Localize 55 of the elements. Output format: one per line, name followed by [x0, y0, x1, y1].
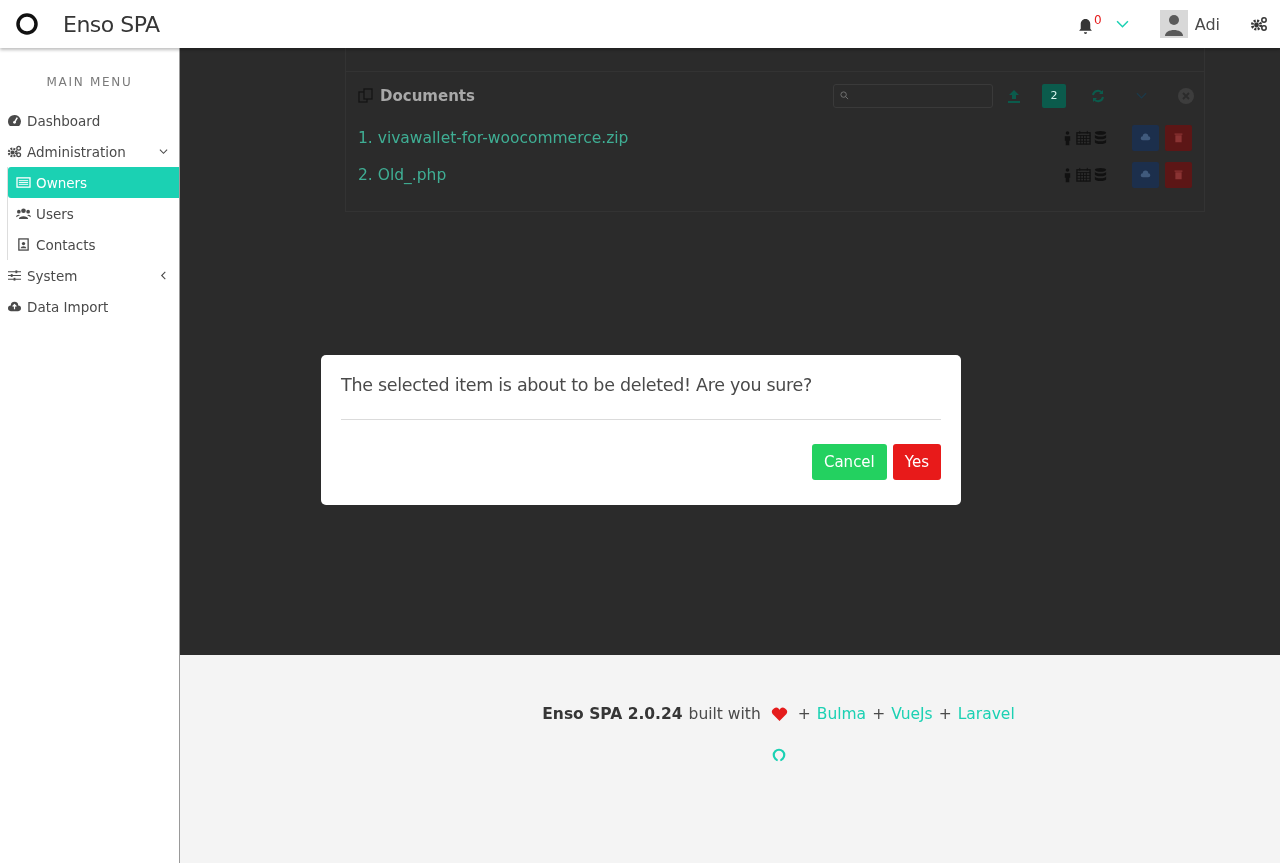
menu-heading: MAIN MENU — [45, 75, 134, 89]
chevron-down-icon[interactable] — [1136, 91, 1147, 100]
menu-item[interactable]: Data Import — [0, 291, 179, 322]
user-name[interactable]: Adi — [1194, 14, 1220, 34]
person-icon — [1063, 129, 1072, 146]
download-button[interactable] — [1132, 161, 1159, 188]
brand-title[interactable]: Enso SPA — [63, 11, 160, 37]
calendar-icon — [1076, 167, 1091, 182]
gears-icon — [7, 145, 22, 158]
dialog-message: The selected item is about to be deleted! Are you sure? — [341, 375, 814, 395]
trash-icon — [1173, 169, 1184, 180]
bell-icon[interactable] — [1077, 17, 1095, 35]
trash-icon — [1173, 132, 1184, 143]
chevron-down-icon — [159, 147, 168, 156]
notification-count: 0 — [1094, 13, 1102, 26]
gauge-icon — [7, 114, 22, 127]
avatar[interactable] — [1159, 10, 1188, 38]
users-icon — [16, 207, 31, 220]
file-link[interactable]: 1. vivawallet-for-woocommerce.zip — [358, 128, 629, 147]
download-button[interactable] — [1132, 124, 1159, 151]
cloud-download-icon — [1140, 169, 1151, 180]
menu-item[interactable]: Administration — [0, 136, 179, 167]
chevron-down-icon[interactable] — [1115, 19, 1129, 29]
count-tag: 2 — [1042, 83, 1066, 108]
cloud-download-icon — [1140, 132, 1151, 143]
yes-button[interactable]: Yes — [892, 444, 941, 480]
menu-item[interactable]: Dashboard — [0, 105, 179, 136]
upload-icon[interactable] — [1006, 87, 1022, 104]
file-link[interactable]: 2. Old_.php — [358, 165, 447, 184]
calendar-icon — [1076, 130, 1091, 145]
logo-icon[interactable] — [15, 12, 39, 36]
contact-card-icon — [16, 238, 31, 251]
refresh-icon[interactable] — [1090, 87, 1106, 104]
app-version: Enso SPA 2.0.24 — [542, 705, 683, 723]
documents-title: Documents — [380, 86, 475, 105]
delete-button[interactable] — [1165, 124, 1192, 151]
menu-item[interactable]: Contacts — [8, 229, 179, 260]
search-field[interactable] — [833, 83, 993, 108]
footer-text: + — [797, 705, 811, 723]
gears-icon[interactable] — [1250, 16, 1268, 32]
delete-button[interactable] — [1165, 161, 1192, 188]
search-icon — [840, 91, 849, 100]
database-icon — [1093, 167, 1108, 182]
database-icon — [1093, 130, 1108, 145]
chevron-left-icon — [159, 271, 168, 280]
footer-text: + — [938, 705, 952, 723]
list-icon — [16, 176, 31, 189]
heart-icon — [770, 706, 788, 722]
cloud-upload-icon — [7, 300, 22, 313]
footer-text: built with — [688, 705, 761, 723]
sliders-icon — [7, 269, 22, 282]
person-icon — [1063, 166, 1072, 183]
menu-item[interactable]: Users — [8, 198, 179, 229]
footer-text: + — [872, 705, 886, 723]
menu-item[interactable]: System — [0, 260, 179, 291]
